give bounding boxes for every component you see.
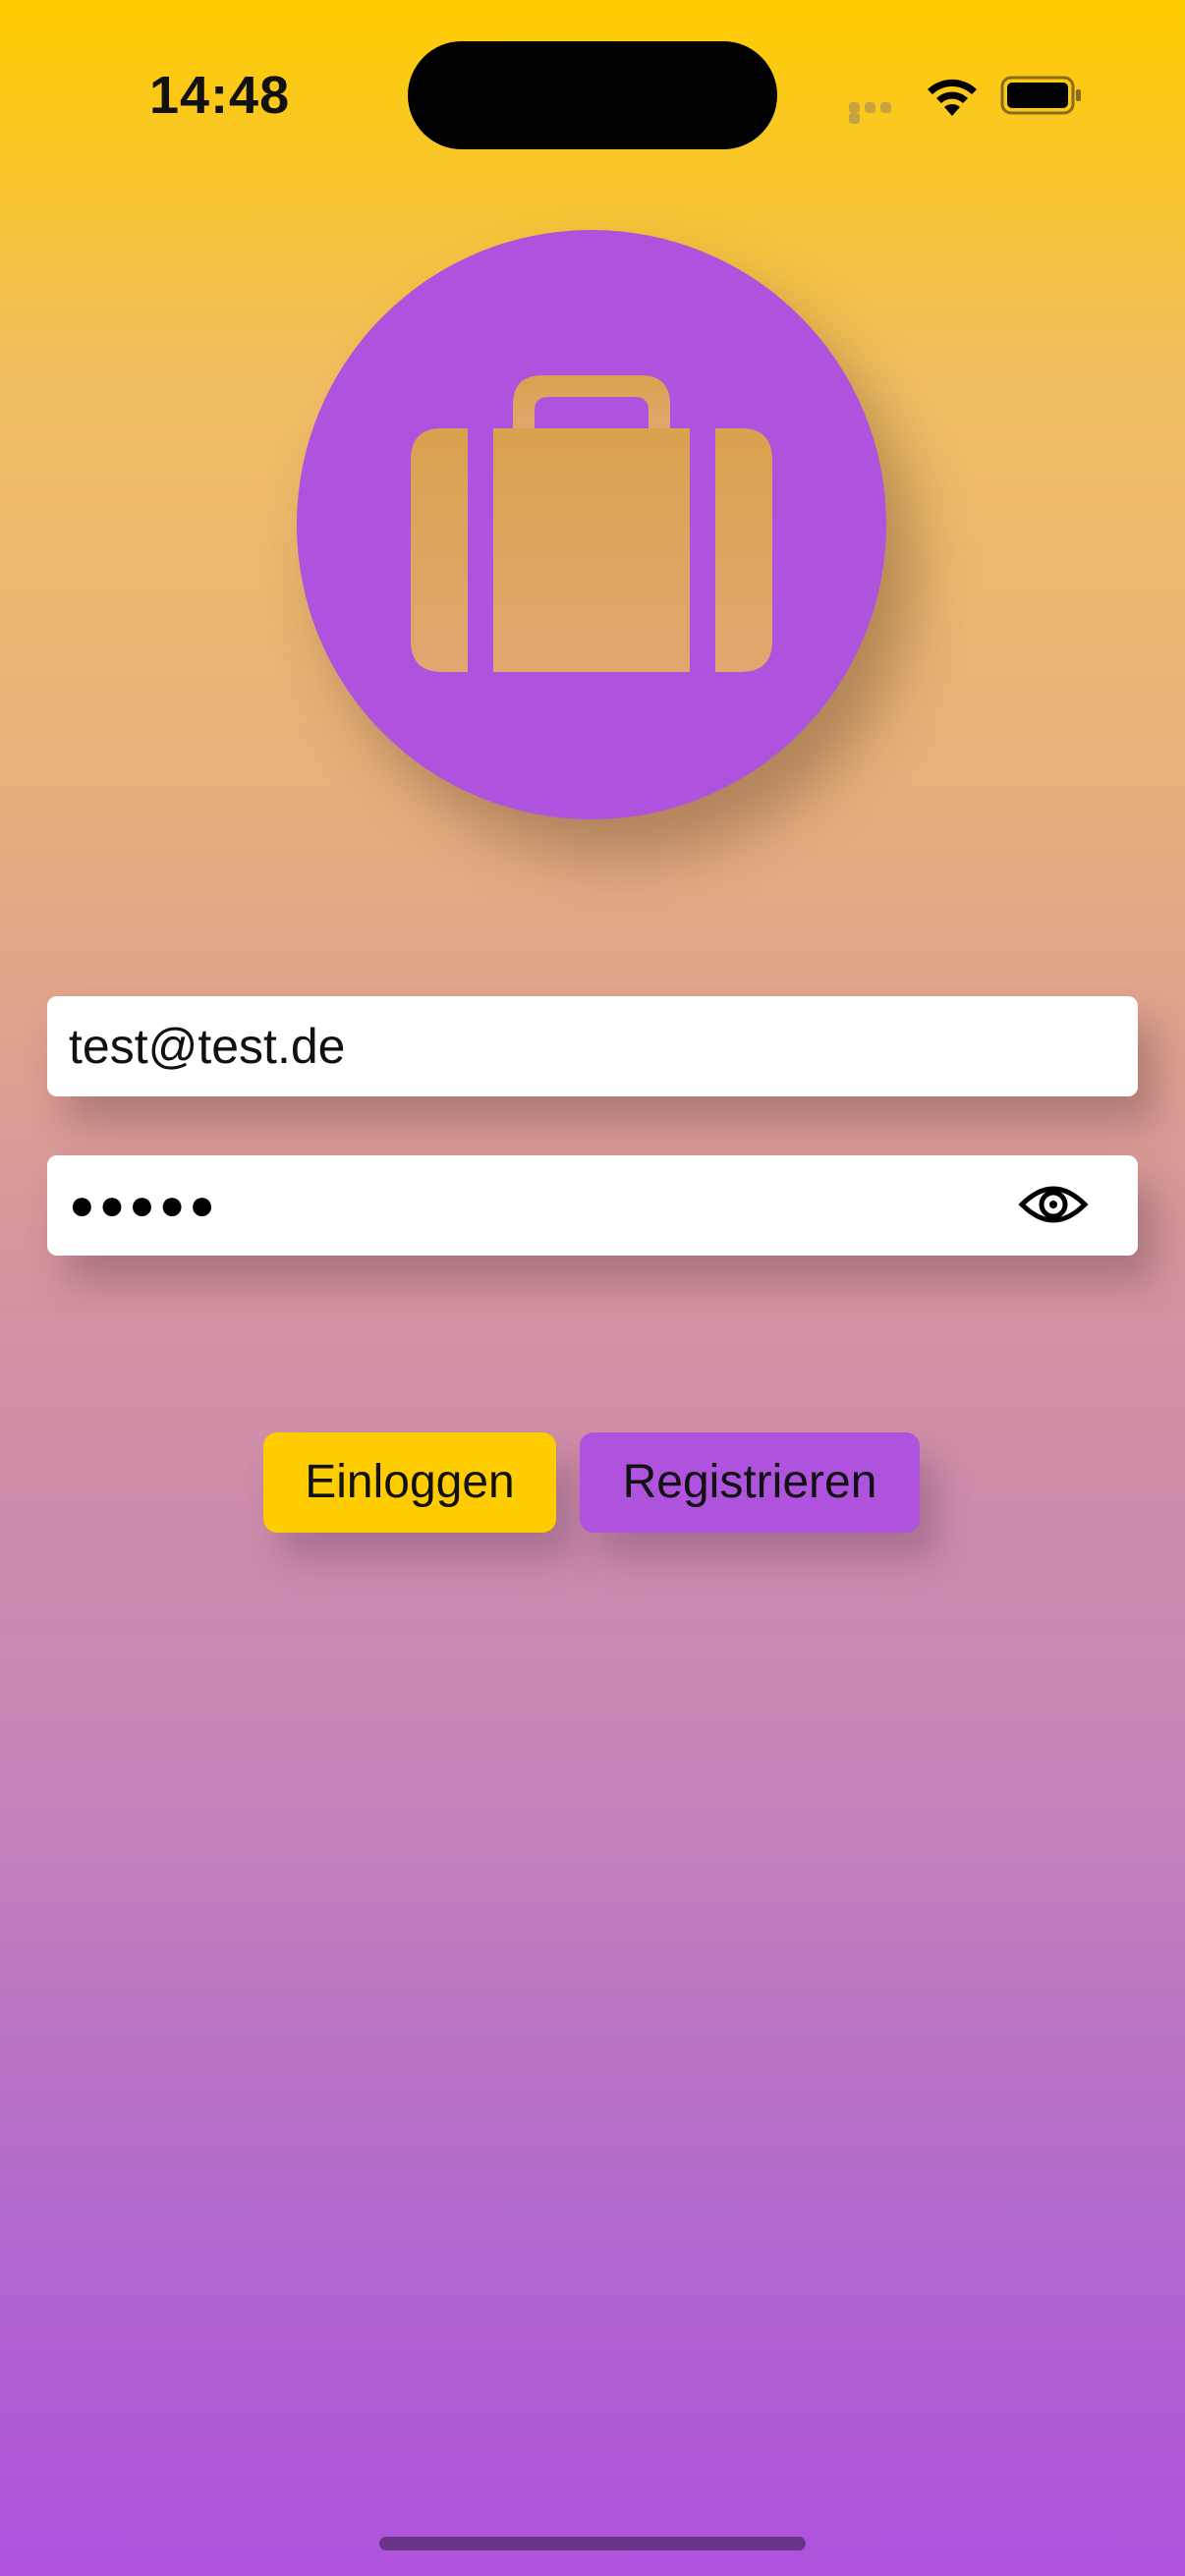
home-indicator[interactable] [379,2537,806,2550]
cellular-signal-icon [849,102,910,124]
register-button[interactable]: Registrieren [580,1432,920,1533]
password-field[interactable]: ●●●●● [47,1155,1138,1256]
eye-icon[interactable] [1018,1179,1089,1230]
app-logo [297,230,886,819]
wifi-icon [928,79,977,116]
status-time: 14:48 [149,66,291,125]
battery-icon [1000,76,1081,115]
dynamic-island [408,41,777,149]
email-field[interactable] [47,996,1138,1096]
briefcase-icon [411,375,772,672]
status-bar: 14:48 [0,0,1185,196]
email-input[interactable] [69,996,953,1096]
login-button[interactable]: Einloggen [263,1432,556,1533]
password-input[interactable]: ●●●●● [69,1181,219,1229]
